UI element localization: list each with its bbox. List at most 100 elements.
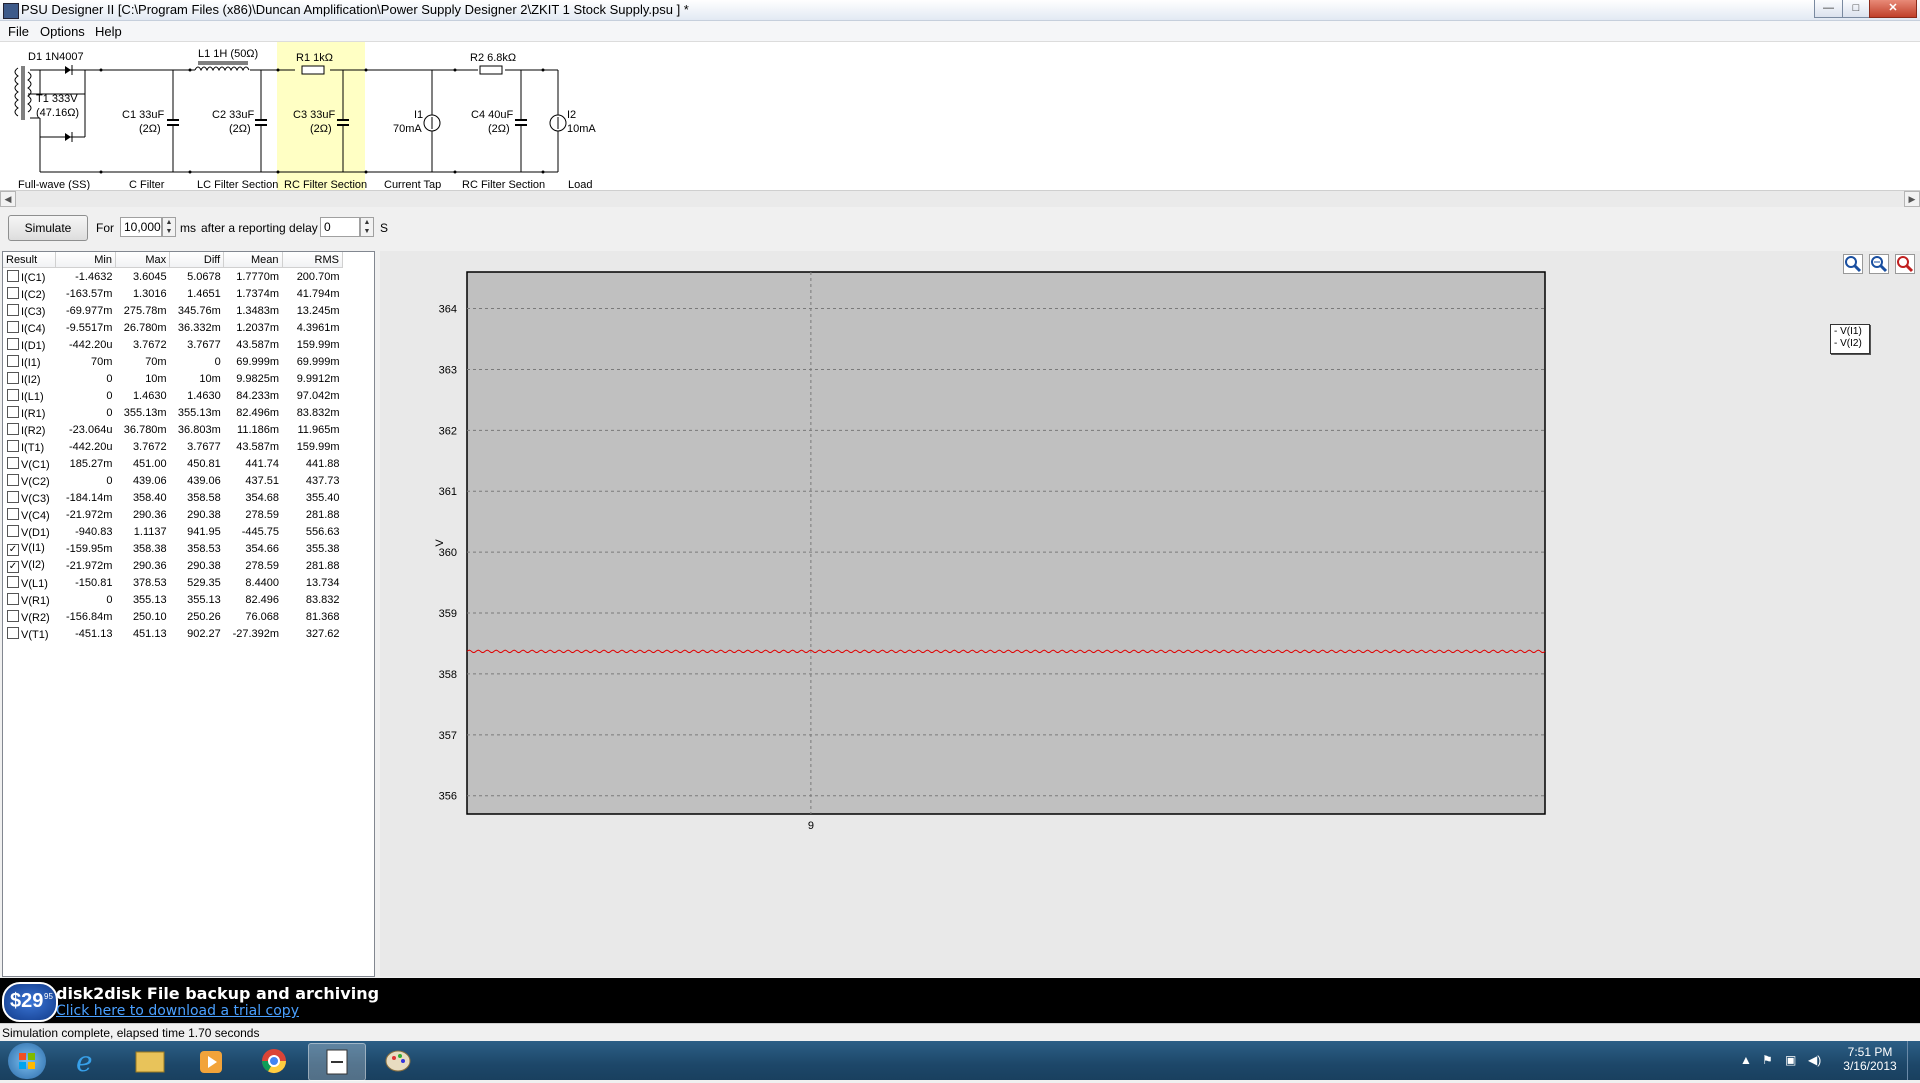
result-checkbox[interactable] xyxy=(7,490,19,503)
col-rms[interactable]: RMS xyxy=(282,252,344,268)
table-row[interactable]: I(C1) -1.4632 3.6045 5.0678 1.7770m 200.70m xyxy=(3,268,343,286)
result-checkbox[interactable] xyxy=(7,303,19,316)
result-checkbox[interactable] xyxy=(7,524,19,537)
result-checkbox[interactable] xyxy=(7,592,19,605)
maximize-button[interactable]: □ xyxy=(1842,0,1870,18)
result-diff-cell: 10m xyxy=(199,372,221,385)
menu-options[interactable]: Options xyxy=(40,24,85,39)
volume-icon[interactable]: ◀) xyxy=(1808,1053,1821,1067)
table-row[interactable]: V(L1) -150.81 378.53 529.35 8.4400 13.734 xyxy=(3,574,343,591)
label-t1: T1 333V xyxy=(36,93,78,105)
table-row[interactable]: ✓ V(I2) -21.972m 290.36 290.38 278.59 281.88 xyxy=(3,557,343,574)
result-checkbox[interactable] xyxy=(7,473,19,486)
result-checkbox[interactable] xyxy=(7,456,19,469)
result-checkbox[interactable]: ✓ xyxy=(7,543,19,556)
result-checkbox[interactable] xyxy=(7,354,19,367)
table-row[interactable]: ✓ V(I1) -159.95m 358.38 358.53 354.66 355.38 xyxy=(3,540,343,557)
scroll-left-icon[interactable]: ◀ xyxy=(0,191,16,207)
table-row[interactable]: I(C2) -163.57m 1.3016 1.4651 1.7374m 41.794m xyxy=(3,285,343,302)
result-checkbox[interactable] xyxy=(7,609,19,622)
duration-spinner[interactable]: ▲ ▼ xyxy=(162,217,176,237)
table-row[interactable]: V(R2) -156.84m 250.10 250.26 76.068 81.368 xyxy=(3,608,343,625)
result-name: V(I1) xyxy=(21,541,45,554)
banner-headline: disk2disk File backup and archiving xyxy=(56,984,380,1003)
resistor-r1-symbol xyxy=(301,65,325,75)
legend-entry-vi1: - V(I1) xyxy=(1834,326,1862,337)
col-diff[interactable]: Diff xyxy=(169,252,225,268)
svg-text:e: e xyxy=(76,1045,93,1078)
result-diff-cell: 36.332m xyxy=(177,321,221,334)
ad-banner[interactable]: $29 95 disk2disk File backup and archivi… xyxy=(0,978,1920,1023)
table-row[interactable]: I(R2) -23.064u 36.780m 36.803m 11.186m 11.965… xyxy=(3,421,343,438)
table-row[interactable]: V(C3) -184.14m 358.40 358.58 354.68 355.40 xyxy=(3,489,343,506)
minimize-button[interactable]: — xyxy=(1814,0,1843,18)
result-checkbox[interactable] xyxy=(7,507,19,520)
table-row[interactable]: I(I1) 70m 70m 0 69.999m 69.999m xyxy=(3,353,343,370)
chrome-taskbar-icon[interactable] xyxy=(246,1043,302,1079)
result-mean-cell: 69.999m xyxy=(236,355,280,368)
table-row[interactable]: I(D1) -442.20u 3.7672 3.7677 43.587m 159.99m xyxy=(3,336,343,353)
psu-designer-taskbar-icon[interactable] xyxy=(308,1043,366,1081)
menu-help[interactable]: Help xyxy=(95,24,122,39)
col-min[interactable]: Min xyxy=(55,252,116,268)
explorer-taskbar-icon[interactable] xyxy=(122,1043,178,1079)
table-row[interactable]: I(C3) -69.977m 275.78m 345.76m 1.3483m 13.245… xyxy=(3,302,343,319)
delay-input[interactable]: 0 xyxy=(320,217,360,237)
table-row[interactable]: V(D1) -940.83 1.1137 941.95 -445.75 556.63 xyxy=(3,523,343,540)
ie-taskbar-icon[interactable]: e xyxy=(60,1043,116,1079)
result-checkbox[interactable] xyxy=(7,422,19,435)
result-rms-cell: 556.63 xyxy=(305,525,340,538)
result-min-cell: -184.14m xyxy=(65,491,113,504)
result-rms-cell: 41.794m xyxy=(296,287,340,300)
col-max[interactable]: Max xyxy=(115,252,171,268)
tray-expand-icon[interactable]: ▲ xyxy=(1740,1053,1752,1067)
result-checkbox[interactable] xyxy=(7,320,19,333)
result-checkbox[interactable] xyxy=(7,269,19,282)
result-name: V(C1) xyxy=(21,458,50,471)
table-row[interactable]: V(C1) 185.27m 451.00 450.81 441.74 441.88 xyxy=(3,455,343,472)
result-name-cell: I(C1) xyxy=(3,268,55,286)
table-row[interactable]: I(L1) 0 1.4630 1.4630 84.233m 97.042m xyxy=(3,387,343,404)
table-row[interactable]: I(C4) -9.5517m 26.780m 36.332m 1.2037m 4.3961… xyxy=(3,319,343,336)
result-checkbox[interactable] xyxy=(7,286,19,299)
col-mean[interactable]: Mean xyxy=(223,252,283,268)
table-row[interactable]: V(R1) 0 355.13 355.13 82.496 83.832 xyxy=(3,591,343,608)
result-rms-cell: 9.9912m xyxy=(296,372,340,385)
table-row[interactable]: I(T1) -442.20u 3.7672 3.7677 43.587m 159.99m xyxy=(3,438,343,455)
result-checkbox[interactable] xyxy=(7,371,19,384)
table-row[interactable]: I(R1) 0 355.13m 355.13m 82.496m 83.832m xyxy=(3,404,343,421)
duration-input[interactable]: 10,000 xyxy=(120,217,162,237)
result-checkbox[interactable] xyxy=(7,575,19,588)
action-center-icon[interactable]: ⚑ xyxy=(1762,1053,1773,1067)
voltage-plot[interactable]: 356 357 358 359 360 361 362 363 364 9 V xyxy=(380,251,1920,977)
result-checkbox[interactable] xyxy=(7,388,19,401)
clock[interactable]: 7:51 PM 3/16/2013 xyxy=(1840,1045,1900,1073)
menu-file[interactable]: File xyxy=(8,24,29,39)
schematic-scrollbar[interactable]: ◀ ▶ xyxy=(0,190,1920,208)
table-row[interactable]: V(C4) -21.972m 290.36 290.38 278.59 281.88 xyxy=(3,506,343,523)
delay-spinner[interactable]: ▲ ▼ xyxy=(360,217,374,237)
network-icon[interactable]: ▣ xyxy=(1785,1053,1796,1067)
result-checkbox[interactable] xyxy=(7,405,19,418)
result-name-cell: ✓ V(I1) xyxy=(3,540,55,557)
result-checkbox[interactable] xyxy=(7,439,19,452)
start-button[interactable] xyxy=(8,1043,46,1079)
result-checkbox[interactable] xyxy=(7,337,19,350)
result-name: I(I1) xyxy=(21,356,41,369)
media-player-taskbar-icon[interactable] xyxy=(184,1043,240,1079)
table-row[interactable]: V(C2) 0 439.06 439.06 437.51 437.73 xyxy=(3,472,343,489)
scroll-right-icon[interactable]: ▶ xyxy=(1904,191,1920,207)
table-row[interactable]: I(I2) 0 10m 10m 9.9825m 9.9912m xyxy=(3,370,343,387)
banner-download-link[interactable]: Click here to download a trial copy xyxy=(56,1003,299,1019)
label-c3-res: (2Ω) xyxy=(310,123,332,135)
show-desktop-button[interactable] xyxy=(1907,1041,1920,1080)
result-checkbox[interactable] xyxy=(7,626,19,639)
schematic-view[interactable]: D1 1N4007 T1 333V (47.16Ω) C1 33uF (2Ω) … xyxy=(0,42,1920,191)
paint-taskbar-icon[interactable] xyxy=(370,1043,426,1079)
simulate-button[interactable]: Simulate xyxy=(8,215,88,241)
result-checkbox[interactable]: ✓ xyxy=(7,560,19,573)
col-result[interactable]: Result xyxy=(3,252,56,268)
close-button[interactable]: ✕ xyxy=(1869,0,1917,18)
label-c3: C3 33uF xyxy=(293,109,335,121)
table-row[interactable]: V(T1) -451.13 451.13 902.27 -27.392m 327.62 xyxy=(3,625,343,642)
